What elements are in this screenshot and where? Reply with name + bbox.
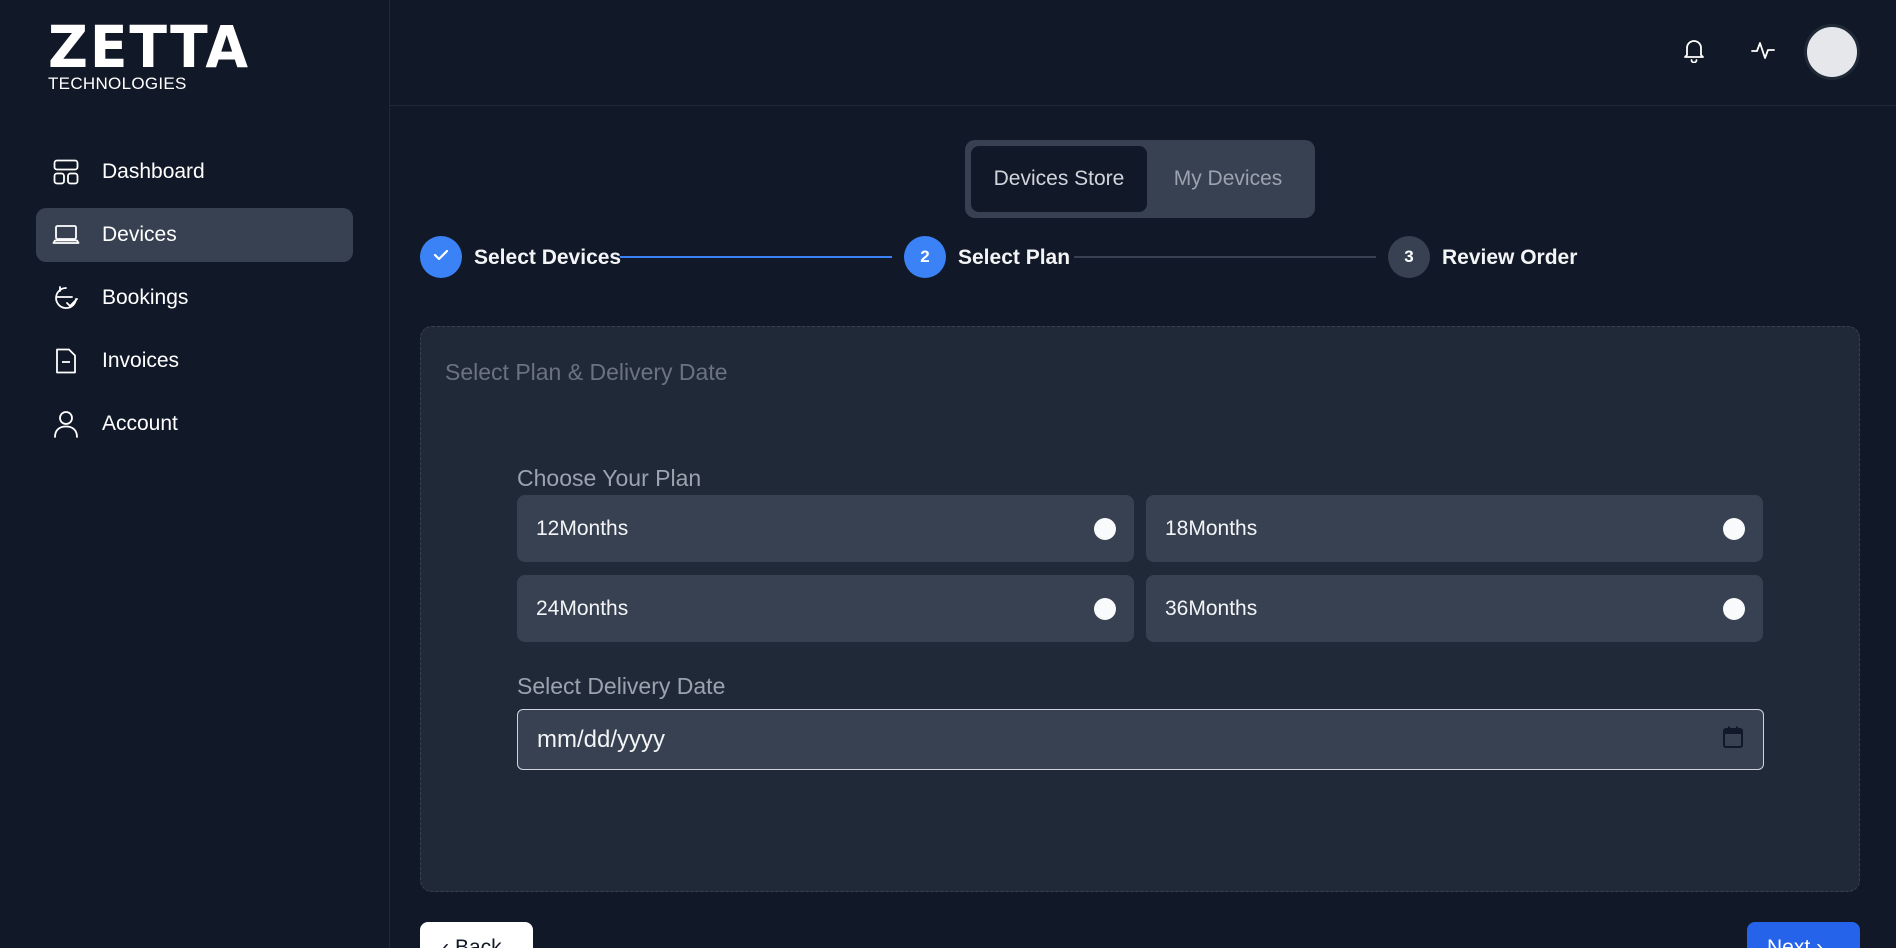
plan-option-label: 18Months — [1165, 516, 1258, 540]
plan-option-label: 24Months — [536, 596, 629, 620]
sidebar-item-label: Bookings — [102, 286, 189, 309]
back-button[interactable]: ‹ Back — [420, 922, 533, 948]
step-1-completed-marker — [420, 236, 462, 278]
step-3-label: Review Order — [1442, 246, 1578, 269]
avatar[interactable] — [1804, 24, 1860, 80]
plan-radio[interactable] — [1723, 517, 1745, 540]
laptop-icon — [52, 221, 80, 249]
plan-radio[interactable] — [1094, 597, 1116, 620]
plan-option-18-months[interactable]: 18Months — [1146, 495, 1763, 562]
plan-option-12-months[interactable]: 12Months — [517, 495, 1134, 562]
sidebar-item-account[interactable]: Account — [36, 397, 353, 451]
sidebar-item-devices[interactable]: Devices — [36, 208, 353, 262]
notifications-button[interactable] — [1676, 34, 1712, 70]
card-title: Select Plan & Delivery Date — [445, 359, 728, 385]
top-header — [390, 0, 1896, 106]
step-2-marker: 2 — [904, 236, 946, 278]
next-button[interactable]: Next › — [1747, 922, 1860, 948]
sidebar-item-label: Invoices — [102, 349, 180, 372]
plan-field-label: Choose Your Plan — [517, 465, 702, 491]
plan-radio[interactable] — [1723, 597, 1745, 620]
date-placeholder: mm/dd/yyyy — [537, 725, 666, 753]
step-3-marker: 3 — [1388, 236, 1430, 278]
tab-my-devices[interactable]: My Devices — [1147, 146, 1309, 212]
sidebar-item-invoices[interactable]: Invoices — [36, 334, 353, 388]
calendar-check-icon — [52, 284, 80, 312]
invoice-icon — [52, 347, 80, 375]
plan-option-label: 12Months — [536, 516, 629, 540]
sidebar-item-bookings[interactable]: Bookings — [36, 271, 353, 325]
next-button-label: Next — [1767, 936, 1811, 948]
activity-icon — [1750, 38, 1776, 67]
plan-card: Select Plan & Delivery Date Choose Your … — [420, 326, 1860, 892]
chevron-right-icon: › — [1816, 936, 1824, 948]
plan-option-label: 36Months — [1165, 596, 1258, 620]
sidebar-item-label: Account — [102, 412, 178, 435]
plan-radio[interactable] — [1094, 517, 1116, 540]
plan-option-24-months[interactable]: 24Months — [517, 575, 1134, 642]
dashboard-grid-icon — [52, 158, 80, 186]
brand-logo-mark: ZETTA — [48, 13, 250, 81]
sidebar-item-label: Dashboard — [102, 160, 205, 183]
step-connector-completed — [620, 256, 892, 258]
calendar-icon[interactable] — [1723, 726, 1743, 753]
delivery-date-input[interactable]: mm/dd/yyyy — [517, 709, 1764, 770]
store-tabs: Devices Store My Devices — [965, 140, 1315, 218]
sidebar-item-dashboard[interactable]: Dashboard — [36, 145, 353, 199]
chevron-left-icon: ‹ — [442, 936, 449, 948]
brand-logo[interactable]: ZETTA TECHNOLOGIES — [48, 13, 250, 94]
activity-button[interactable] — [1745, 34, 1781, 70]
sidebar: ZETTA TECHNOLOGIES Dashboard Devices Boo… — [0, 0, 390, 948]
sidebar-nav: Dashboard Devices Bookings Invoices Acco… — [36, 145, 353, 460]
delivery-date-label: Select Delivery Date — [517, 673, 726, 699]
tab-devices-store[interactable]: Devices Store — [971, 146, 1147, 212]
check-icon — [433, 247, 449, 267]
back-button-label: Back — [455, 936, 502, 948]
bell-icon — [1682, 37, 1706, 68]
step-1-label: Select Devices — [474, 246, 622, 269]
step-connector-upcoming — [1074, 256, 1376, 258]
step-2-label: Select Plan — [958, 246, 1071, 269]
plan-option-36-months[interactable]: 36Months — [1146, 575, 1763, 642]
sidebar-item-label: Devices — [102, 223, 177, 246]
user-icon — [52, 410, 80, 438]
